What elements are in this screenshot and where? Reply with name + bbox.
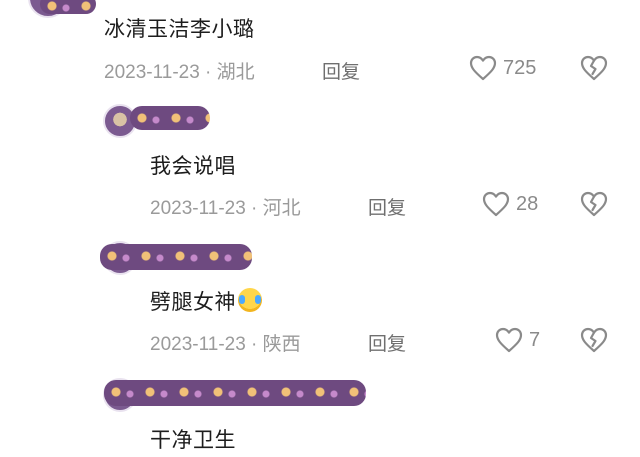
reply-button[interactable]: 回复 (322, 57, 360, 84)
comment-text: 我会说唱 (150, 154, 236, 178)
reply-button[interactable]: 回复 (368, 329, 406, 356)
meta-separator: · (245, 334, 263, 355)
redacted-username (100, 244, 252, 270)
meta-separator: · (199, 62, 217, 83)
heart-outline-icon[interactable] (482, 191, 510, 217)
comment-text: 干净卫生 (150, 428, 236, 452)
comment-meta: 2023-11-23 · 湖北 (104, 57, 255, 84)
meta-separator: · (245, 198, 263, 219)
redacted-username (130, 106, 210, 130)
comment-text-body: 劈腿女神 (150, 290, 236, 314)
heart-outline-icon[interactable] (495, 327, 523, 353)
heart-outline-icon[interactable] (469, 55, 497, 81)
redacted-username (104, 380, 366, 406)
comment-item: 劈腿女神 2023-11-23 · 陕西 回复 7 (0, 236, 640, 366)
comment-date: 2023-11-23 (150, 334, 246, 355)
crying-laughing-emoji-icon (238, 288, 262, 312)
broken-heart-icon[interactable] (580, 55, 608, 81)
comment-text: 冰清玉洁李小璐 (104, 17, 255, 41)
like-count: 7 (529, 329, 541, 351)
broken-heart-icon[interactable] (580, 191, 608, 217)
comment-item: 干净卫生 (0, 372, 640, 457)
comment-meta: 2023-11-23 · 河北 (150, 193, 301, 220)
comment-item: 冰清玉洁李小璐 2023-11-23 · 湖北 回复 725 (0, 0, 640, 92)
comment-item: 我会说唱 2023-11-23 · 河北 回复 28 (0, 100, 640, 230)
comment-date: 2023-11-23 (150, 198, 246, 219)
redacted-username (40, 0, 96, 14)
comment-location: 陕西 (262, 334, 301, 355)
broken-heart-icon[interactable] (580, 327, 608, 353)
comment-location: 河北 (262, 198, 301, 219)
comment-date: 2023-11-23 (104, 62, 200, 83)
comment-location: 湖北 (216, 62, 255, 83)
like-count: 28 (516, 193, 539, 215)
comment-text: 劈腿女神 (150, 286, 262, 316)
reply-button[interactable]: 回复 (368, 193, 406, 220)
like-count: 725 (503, 57, 537, 79)
comment-meta: 2023-11-23 · 陕西 (150, 329, 301, 356)
